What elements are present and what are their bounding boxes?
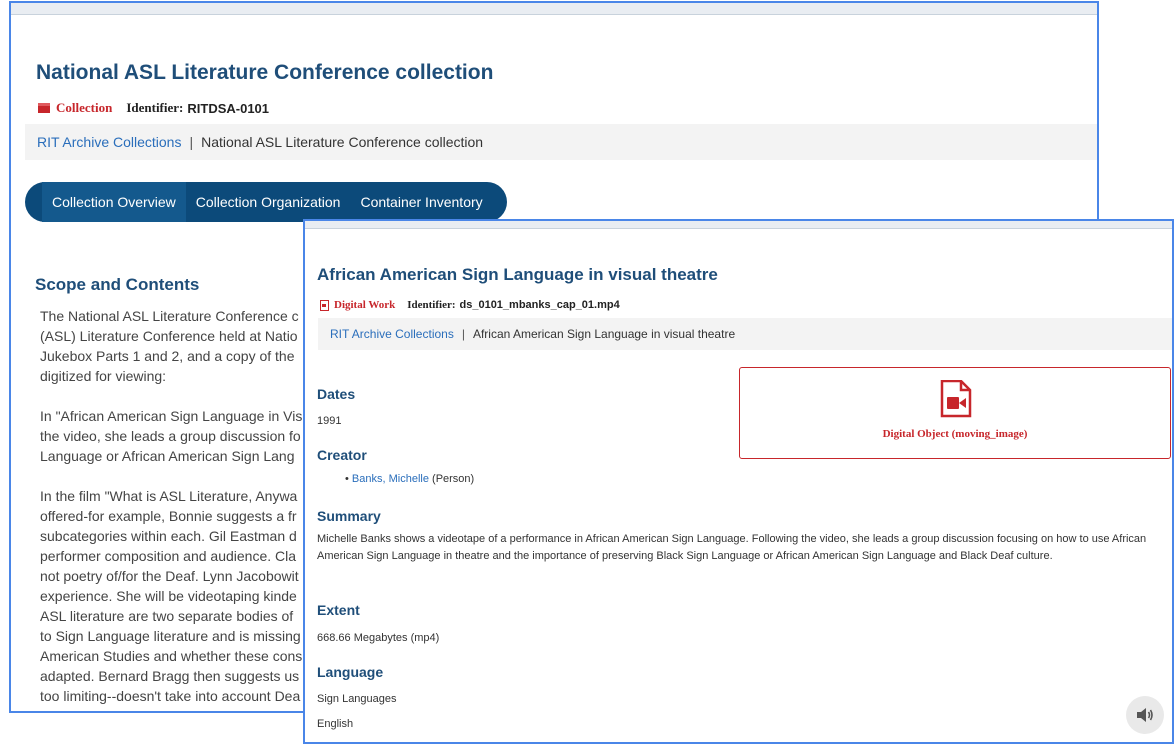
read-aloud-button[interactable] bbox=[1126, 696, 1164, 734]
collection-type: Collection bbox=[38, 100, 112, 116]
tab-collection-overview[interactable]: Collection Overview bbox=[42, 182, 186, 222]
scope-heading: Scope and Contents bbox=[35, 275, 200, 294]
digital-work-type: Digital Work bbox=[320, 299, 395, 311]
breadcrumb-root-link[interactable]: RIT Archive Collections bbox=[37, 134, 181, 150]
collection-title: National ASL Literature Conference colle… bbox=[36, 61, 494, 84]
archive-box-icon bbox=[38, 103, 50, 113]
breadcrumb-separator: | bbox=[461, 327, 465, 341]
language-item: Sign Languages bbox=[317, 693, 397, 705]
digital-object-label: Digital Object (moving_image) bbox=[882, 428, 1028, 440]
image-file-icon bbox=[320, 299, 329, 311]
summary-heading: Summary bbox=[317, 508, 381, 524]
video-file-icon bbox=[940, 380, 972, 418]
bullet-icon: • bbox=[345, 473, 349, 485]
speaker-icon bbox=[1137, 708, 1153, 722]
summary-text: Michelle Banks shows a videotape of a pe… bbox=[317, 533, 1147, 562]
digital-work-panel: African American Sign Language in visual… bbox=[303, 219, 1174, 744]
breadcrumb-current: African American Sign Language in visual… bbox=[472, 327, 736, 341]
creator-link[interactable]: Banks, Michelle bbox=[352, 473, 429, 485]
extent-heading: Extent bbox=[317, 602, 360, 618]
identifier-label: Identifier: bbox=[407, 299, 456, 311]
creator-heading: Creator bbox=[317, 447, 367, 463]
digital-work-meta: Digital Work Identifier: ds_0101_mbanks_… bbox=[320, 299, 620, 311]
collection-tabs: Collection Overview Collection Organizat… bbox=[25, 182, 507, 222]
collection-type-label: Collection bbox=[56, 100, 113, 115]
panel-top-strip bbox=[305, 221, 1172, 229]
breadcrumb: RIT Archive Collections | National ASL L… bbox=[25, 124, 1097, 160]
breadcrumb-separator: | bbox=[189, 134, 194, 150]
identifier-label: Identifier: bbox=[126, 100, 184, 115]
creator-role: (Person) bbox=[432, 473, 475, 485]
extent-value: 668.66 Megabytes (mp4) bbox=[317, 632, 440, 644]
language-item: English bbox=[317, 718, 354, 730]
breadcrumb: RIT Archive Collections | African Americ… bbox=[318, 318, 1172, 350]
digital-work-type-label: Digital Work bbox=[334, 299, 396, 311]
digital-object-link[interactable]: Digital Object (moving_image) bbox=[739, 367, 1171, 459]
language-heading: Language bbox=[317, 664, 384, 680]
breadcrumb-current: National ASL Literature Conference colle… bbox=[201, 134, 484, 150]
tab-container-inventory[interactable]: Container Inventory bbox=[350, 182, 492, 222]
creator-item: • Banks, Michelle (Person) bbox=[345, 473, 474, 485]
dates-heading: Dates bbox=[317, 386, 356, 402]
digital-work-title: African American Sign Language in visual… bbox=[317, 265, 718, 284]
collection-meta: Collection Identifier: RITDSA-0101 bbox=[38, 100, 269, 116]
breadcrumb-root-link[interactable]: RIT Archive Collections bbox=[330, 327, 454, 341]
identifier-value: RITDSA-0101 bbox=[187, 100, 270, 116]
page-top-strip bbox=[11, 3, 1097, 15]
tab-collection-organization[interactable]: Collection Organization bbox=[186, 182, 351, 222]
identifier-value: ds_0101_mbanks_cap_01.mp4 bbox=[459, 299, 620, 311]
dates-value: 1991 bbox=[317, 415, 342, 427]
